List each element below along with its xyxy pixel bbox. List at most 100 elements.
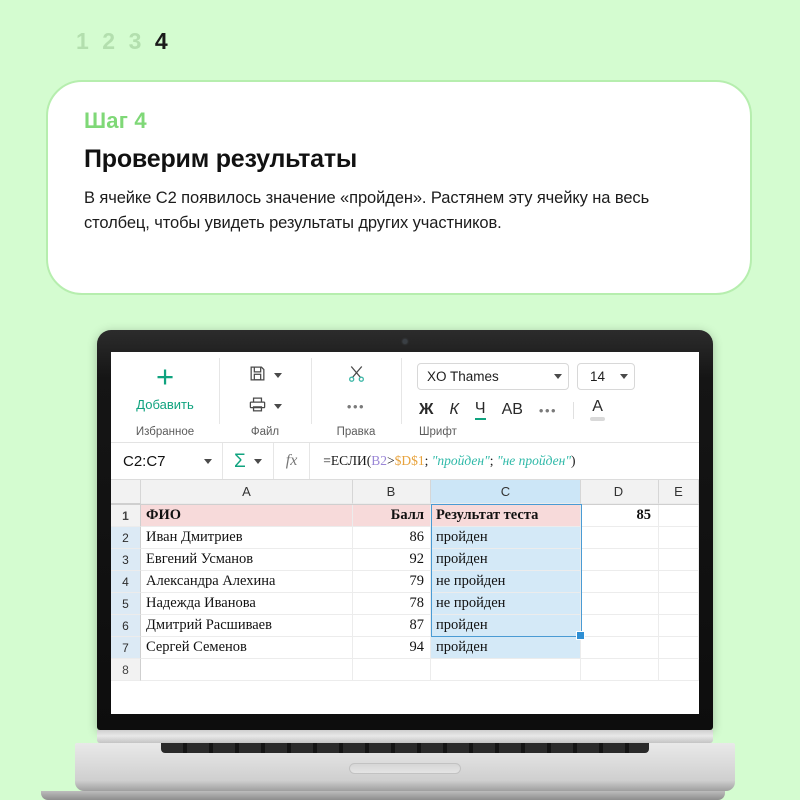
cell-c3[interactable]: пройден (431, 549, 581, 571)
cell-d2[interactable] (581, 527, 659, 549)
column-header-d[interactable]: D (581, 480, 659, 504)
save-button[interactable] (219, 360, 311, 391)
cell-e3[interactable] (659, 549, 699, 571)
table-row: 2 Иван Дмитриев 86 пройден (111, 527, 699, 549)
cell-e1[interactable] (659, 505, 699, 527)
chevron-down-icon (620, 374, 628, 379)
font-color-button[interactable]: A (590, 399, 606, 421)
cell-b5[interactable]: 78 (353, 593, 431, 615)
cell-c5[interactable]: не пройден (431, 593, 581, 615)
cell-c7[interactable]: пройден (431, 637, 581, 659)
cell-d7[interactable] (581, 637, 659, 659)
formula-input[interactable]: =ЕСЛИ(B2>$D$1; "пройден"; "не пройден") (310, 453, 699, 469)
edit-more-button[interactable]: ••• (311, 391, 401, 422)
laptop-keyboard (161, 743, 649, 753)
floppy-save-icon (248, 364, 267, 388)
underline-button[interactable]: Ч (474, 400, 486, 420)
laptop-trackpad (349, 763, 461, 774)
cell-a5[interactable]: Надежда Иванова (141, 593, 353, 615)
chevron-down-icon (204, 458, 212, 464)
scissors-icon (346, 363, 367, 389)
row-header-4[interactable]: 4 (111, 571, 141, 593)
row-header-8[interactable]: 8 (111, 659, 141, 681)
font-size-select[interactable]: 14 (577, 363, 635, 390)
formula-separator-2: ; (489, 453, 497, 468)
laptop-foot (41, 791, 725, 800)
italic-button[interactable]: К (449, 402, 458, 418)
cell-c6[interactable]: пройден (431, 615, 581, 637)
cell-b3[interactable]: 92 (353, 549, 431, 571)
cell-e7[interactable] (659, 637, 699, 659)
row-header-3[interactable]: 3 (111, 549, 141, 571)
toolbar-group-label-favorites: Избранное (135, 426, 195, 438)
cut-button[interactable] (311, 360, 401, 391)
cell-a2[interactable]: Иван Дмитриев (141, 527, 353, 549)
row-header-5[interactable]: 5 (111, 593, 141, 615)
card-body-text: В ячейке C2 появилось значение «пройден»… (84, 189, 650, 233)
row-header-2[interactable]: 2 (111, 527, 141, 549)
column-header-b[interactable]: B (353, 480, 431, 504)
row-header-6[interactable]: 6 (111, 615, 141, 637)
cell-e8[interactable] (659, 659, 699, 681)
cell-d3[interactable] (581, 549, 659, 571)
card-title: Проверим результаты (84, 145, 358, 173)
strikethrough-button[interactable]: АВ (502, 402, 523, 418)
select-all-corner[interactable] (111, 480, 141, 504)
cell-e5[interactable] (659, 593, 699, 615)
cell-d4[interactable] (581, 571, 659, 593)
cell-c8[interactable] (431, 659, 581, 681)
cell-a6[interactable]: Дмитрий Расшиваев (141, 615, 353, 637)
cell-b7[interactable]: 94 (353, 637, 431, 659)
insert-function-button[interactable]: fx (274, 443, 311, 479)
add-favorite-label: Добавить (136, 397, 194, 412)
column-header-c[interactable]: C (431, 480, 581, 504)
cell-d6[interactable] (581, 615, 659, 637)
webcam-icon (402, 339, 408, 344)
cell-b4[interactable]: 79 (353, 571, 431, 593)
cell-c1[interactable]: Результат теста (431, 505, 581, 527)
cell-c2[interactable]: пройден (431, 527, 581, 549)
cell-d5[interactable] (581, 593, 659, 615)
toolbar-group-edit: ••• Правка (311, 352, 401, 442)
cell-b6[interactable]: 87 (353, 615, 431, 637)
cell-e6[interactable] (659, 615, 699, 637)
cell-a8[interactable] (141, 659, 353, 681)
row-header-7[interactable]: 7 (111, 637, 141, 659)
step-indicator-4[interactable]: 4 (155, 30, 168, 53)
row-header-1[interactable]: 1 (111, 505, 141, 527)
font-family-value: XO Thames (427, 369, 499, 384)
cell-b1[interactable]: Балл (353, 505, 431, 527)
cell-a3[interactable]: Евгений Усманов (141, 549, 353, 571)
cell-b8[interactable] (353, 659, 431, 681)
column-header-a[interactable]: A (141, 480, 353, 504)
step-indicator-2[interactable]: 2 (102, 30, 115, 53)
cell-d8[interactable] (581, 659, 659, 681)
cell-e4[interactable] (659, 571, 699, 593)
laptop-mockup: + Добавить Избранное Файл ••• Правка XO … (41, 330, 735, 800)
add-favorite-button[interactable]: + Добавить (136, 360, 193, 412)
ellipsis-icon: ••• (346, 399, 366, 414)
formula-ref-d1: $D$1 (394, 453, 425, 468)
fill-handle[interactable] (576, 631, 585, 640)
name-box[interactable]: C2:C7 (111, 443, 223, 479)
cell-e2[interactable] (659, 527, 699, 549)
step-indicator-1[interactable]: 1 (76, 30, 89, 53)
chevron-down-icon (274, 404, 282, 409)
toolbar-group-label-file: Файл (250, 426, 280, 438)
toolbar-group-favorites: + Добавить Избранное (111, 352, 219, 442)
cell-a7[interactable]: Сергей Семенов (141, 637, 353, 659)
print-button[interactable] (219, 391, 311, 422)
bold-button[interactable]: Ж (419, 402, 433, 418)
autosum-button[interactable]: Σ (223, 443, 274, 479)
laptop-hinge (97, 730, 713, 743)
cell-a4[interactable]: Александра Алехина (141, 571, 353, 593)
cell-d1[interactable]: 85 (581, 505, 659, 527)
cell-c4[interactable]: не пройден (431, 571, 581, 593)
cell-b2[interactable]: 86 (353, 527, 431, 549)
font-more-button[interactable]: ••• (539, 404, 557, 417)
column-header-e[interactable]: E (659, 480, 699, 504)
cell-a1[interactable]: ФИО (141, 505, 353, 527)
step-indicator-3[interactable]: 3 (129, 30, 142, 53)
font-family-select[interactable]: XO Thames (417, 363, 569, 390)
table-row: 3 Евгений Усманов 92 пройден (111, 549, 699, 571)
